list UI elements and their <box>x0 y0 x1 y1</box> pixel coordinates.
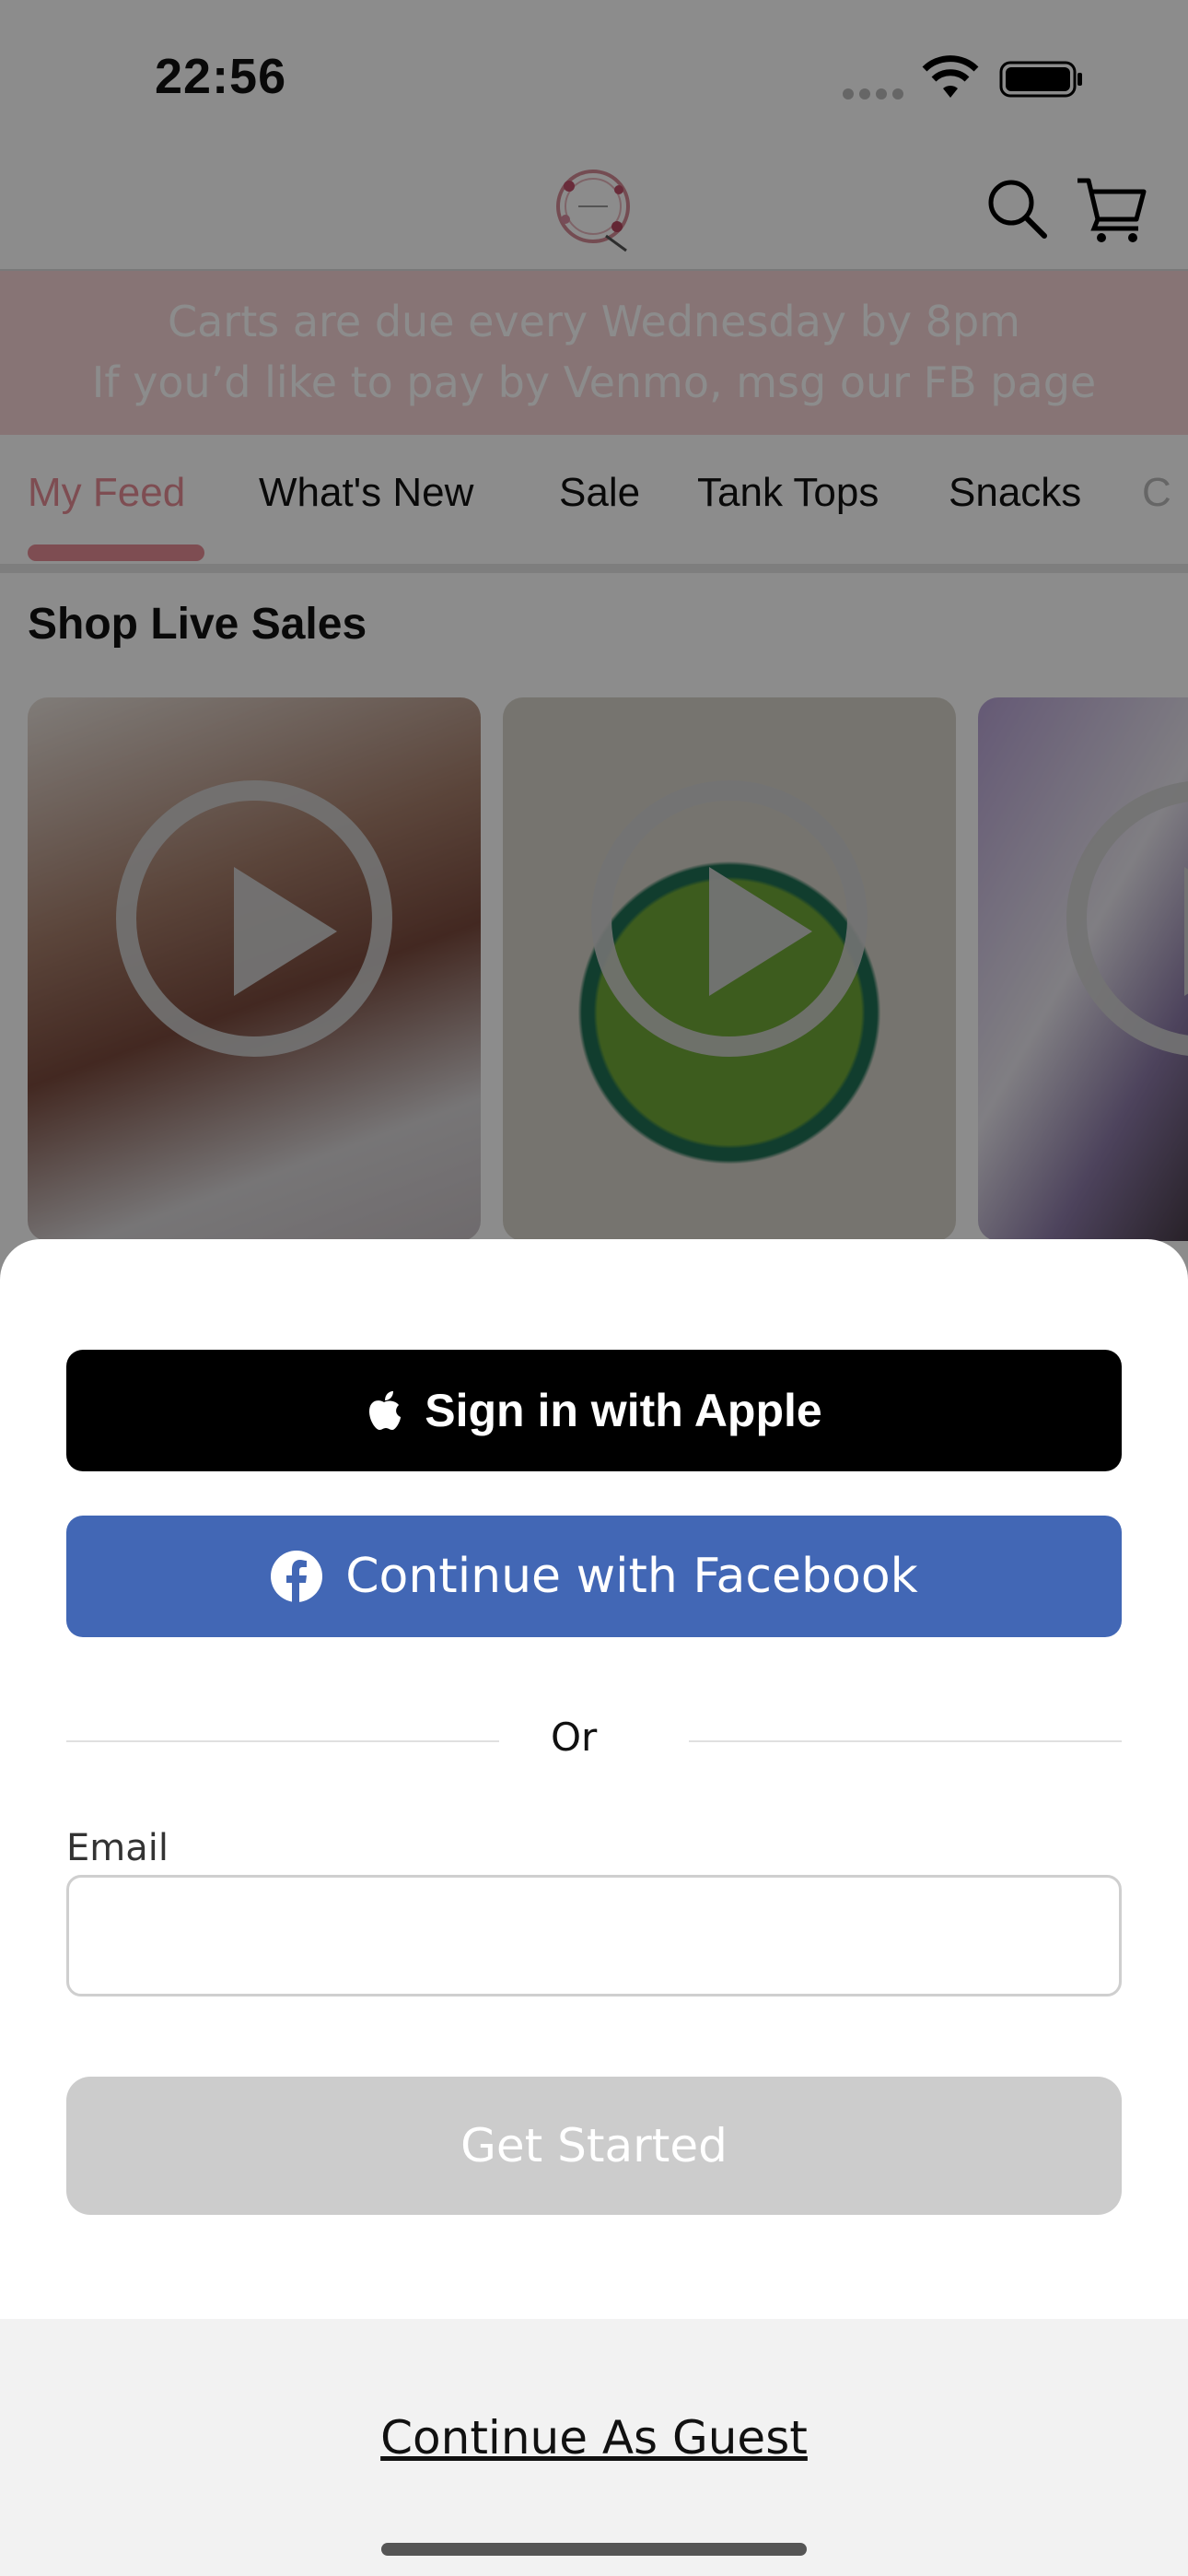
email-field[interactable] <box>66 1875 1122 1996</box>
divider-left <box>66 1740 499 1742</box>
sign-in-with-apple-button[interactable]: Sign in with Apple <box>66 1350 1122 1471</box>
facebook-icon <box>270 1550 323 1603</box>
apple-button-label: Sign in with Apple <box>425 1385 822 1436</box>
home-indicator <box>381 2543 807 2556</box>
email-label: Email <box>66 1827 169 1869</box>
divider-right <box>689 1740 1122 1742</box>
sign-in-sheet: Sign in with Apple Continue with Faceboo… <box>0 1239 1188 2576</box>
continue-as-guest-link[interactable]: Continue As Guest <box>0 2411 1188 2465</box>
apple-icon <box>366 1389 402 1432</box>
facebook-button-label: Continue with Facebook <box>345 1549 918 1604</box>
continue-with-facebook-button[interactable]: Continue with Facebook <box>66 1516 1122 1637</box>
guest-footer: Continue As Guest <box>0 2319 1188 2576</box>
get-started-button[interactable]: Get Started <box>66 2077 1122 2215</box>
or-separator: Or <box>551 1715 598 1760</box>
